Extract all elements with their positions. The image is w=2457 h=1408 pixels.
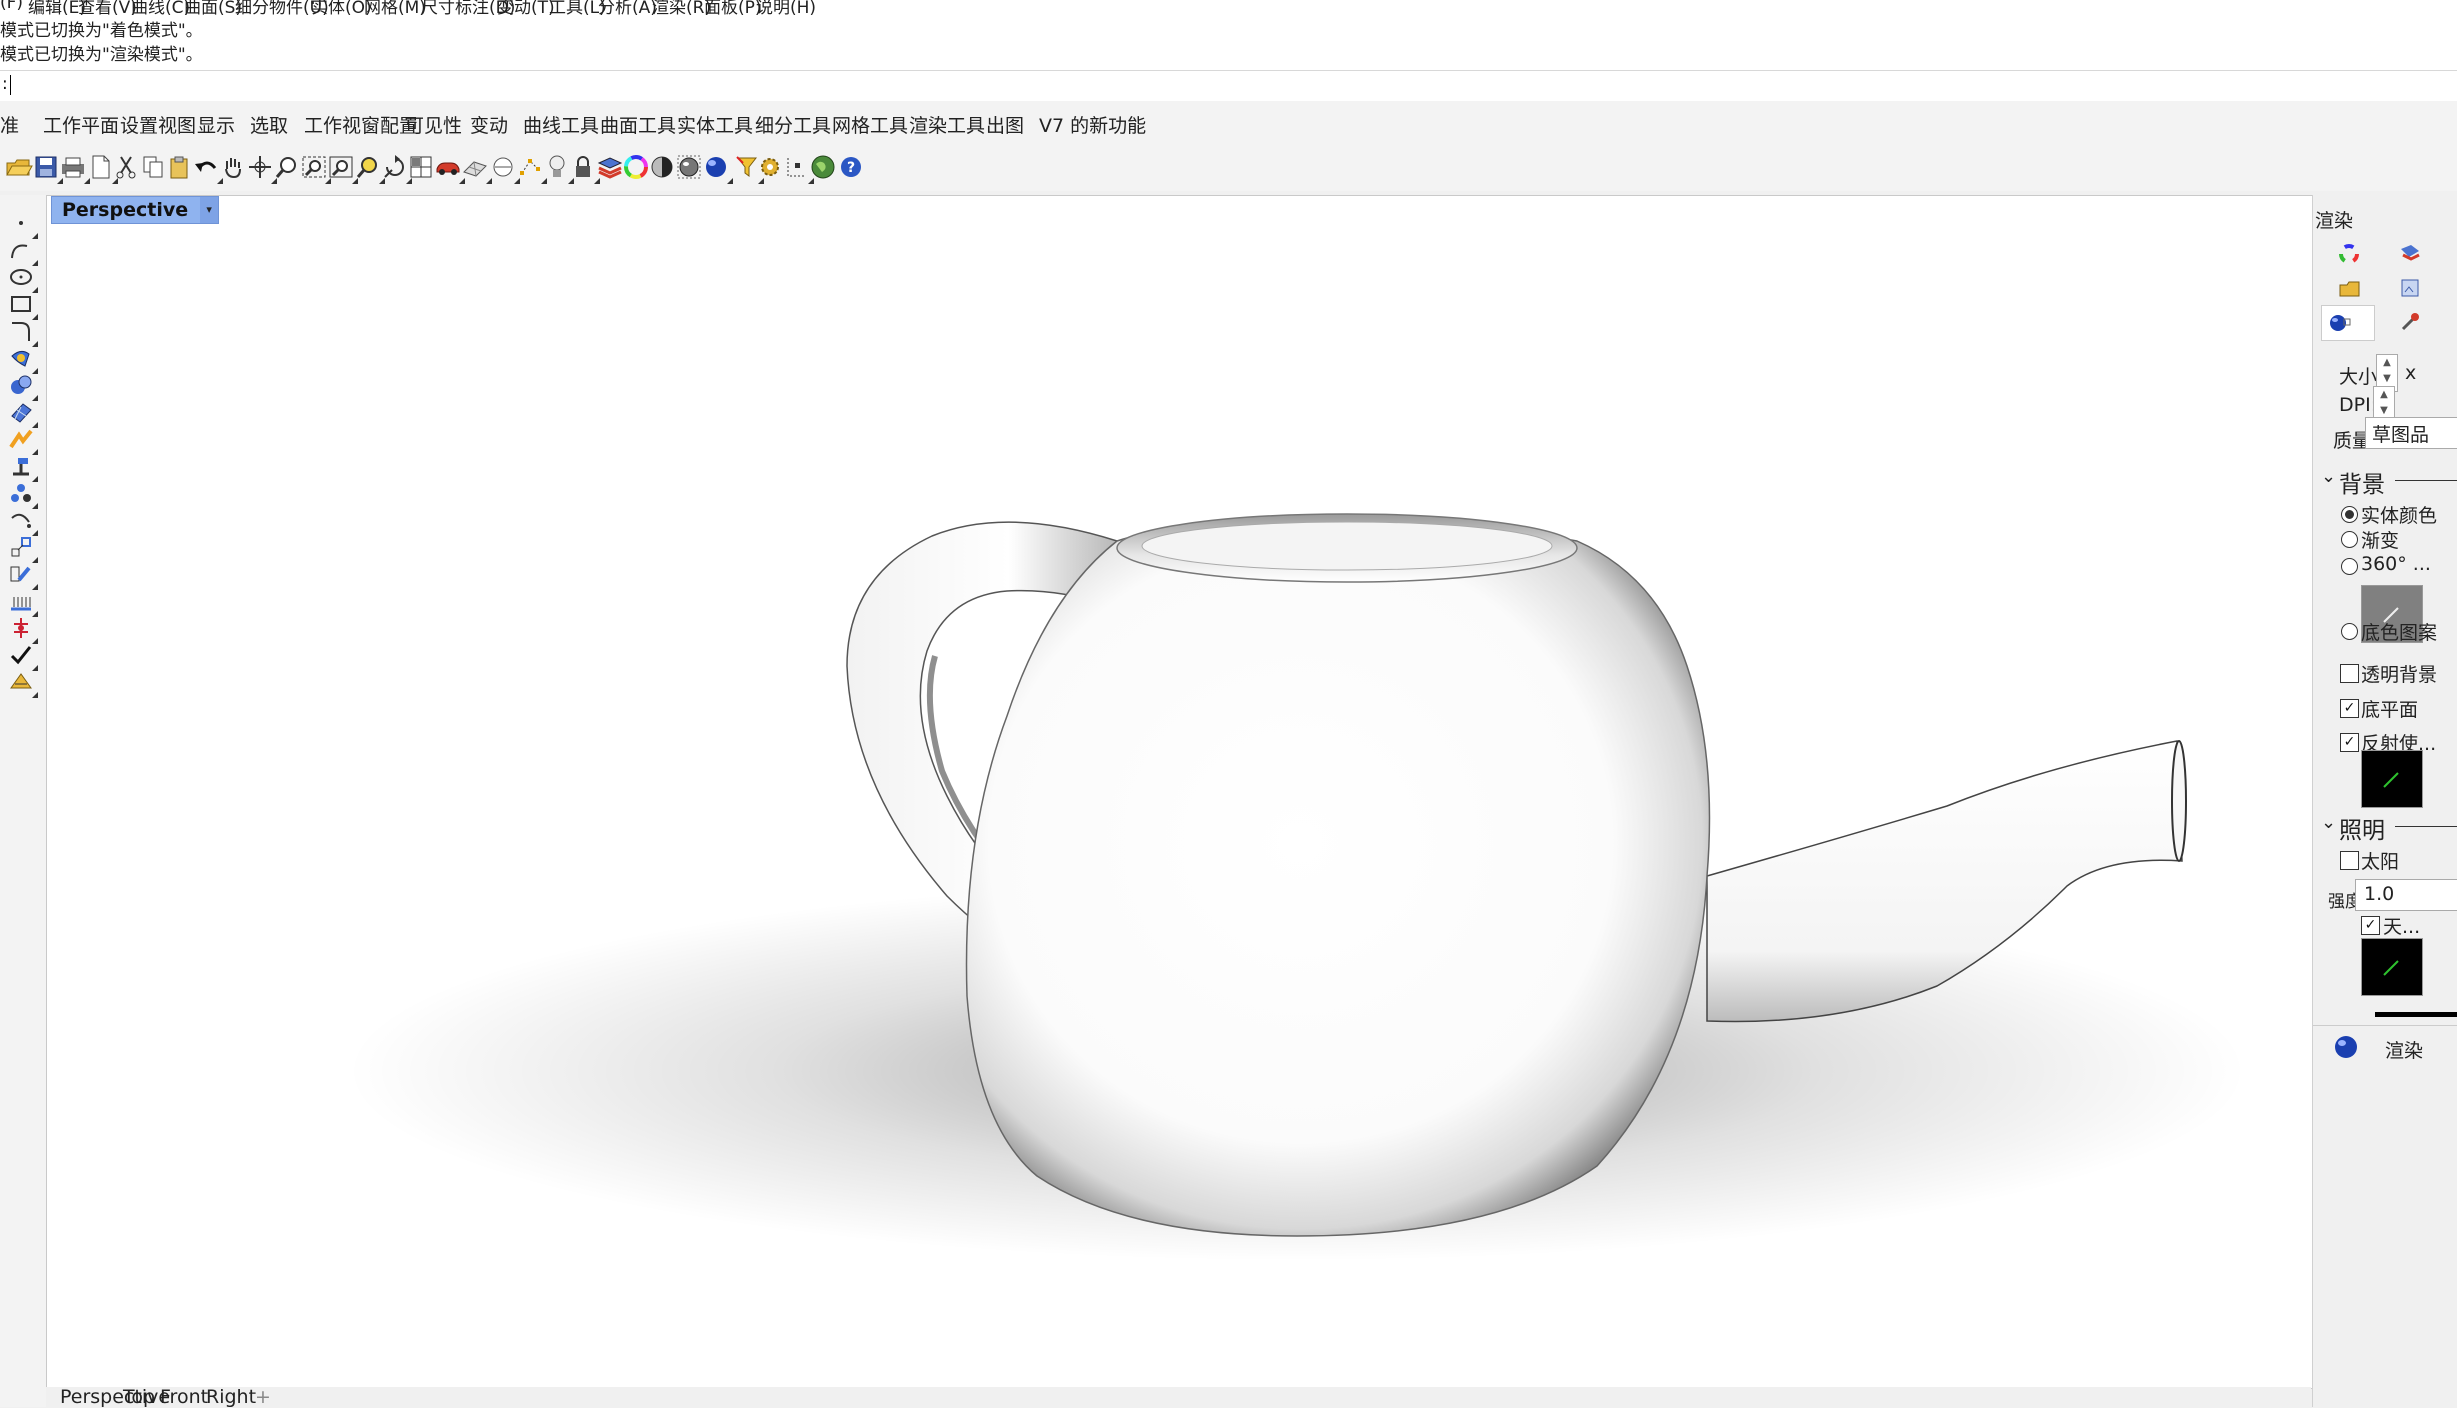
bg-option-label: 渐变 xyxy=(2361,530,2400,552)
background-header: 背景 xyxy=(2339,472,2385,498)
tab-solid-tools[interactable]: 实体工具 xyxy=(677,111,753,138)
image-icon[interactable] xyxy=(2399,277,2421,303)
menu-analyze[interactable]: 分析(A) xyxy=(598,0,657,18)
section-divider xyxy=(2395,826,2457,827)
command-prompt: : xyxy=(2,74,8,94)
svg-text:?: ? xyxy=(847,160,855,176)
dpi-label: DPI: xyxy=(2339,394,2378,416)
render-tab[interactable]: 渲染 xyxy=(2313,1025,2457,1066)
eyedropper-icon[interactable] xyxy=(2399,311,2421,337)
menu-help[interactable]: 说明(H) xyxy=(756,0,816,18)
menu-mesh[interactable]: 网格(M) xyxy=(364,0,426,18)
bg-solid-radio[interactable] xyxy=(2341,506,2358,523)
chevron-down-icon[interactable]: ⌄ xyxy=(2321,812,2336,833)
sky-label: 天... xyxy=(2383,916,2421,938)
size-x-label: x xyxy=(2405,362,2417,384)
reflective-checkbox[interactable]: ✓ xyxy=(2340,733,2359,752)
bg-360-radio[interactable] xyxy=(2341,558,2358,575)
menu-bar: (F) 编辑(E) 查看(V) 曲线(C) 曲面(S) 细分物件(U) 实体(O… xyxy=(0,0,2457,18)
menu-transform[interactable]: 变动(T) xyxy=(497,0,555,18)
menu-panels[interactable]: 面板(P) xyxy=(704,0,762,18)
render-settings-tab[interactable] xyxy=(2321,305,2375,341)
tab-curve-tools[interactable]: 曲线工具 xyxy=(523,111,599,138)
lighting-header: 照明 xyxy=(2339,818,2385,844)
viewport-title[interactable]: Perspective ▾ xyxy=(51,196,220,224)
edit-icon xyxy=(2383,772,2399,788)
tab-visibility[interactable]: 可见性 xyxy=(405,111,462,138)
bg-wallpaper-radio[interactable] xyxy=(2341,623,2358,640)
tab-viewport-layout[interactable]: 工作视窗配置 xyxy=(304,111,418,138)
tab-cplanes[interactable]: 工作平面 xyxy=(43,111,119,138)
text-caret xyxy=(10,75,11,95)
sky-checkbox[interactable]: ✓ xyxy=(2361,916,2380,935)
history-line: 模式已切换为"渲染模式"。 xyxy=(0,45,203,65)
command-history: 模式已切换为"着色模式"。 模式已切换为"渲染模式"。 xyxy=(0,18,2457,70)
command-input[interactable]: : xyxy=(0,70,2457,102)
sky-color-swatch[interactable] xyxy=(2361,938,2423,996)
reflection-color-swatch[interactable] xyxy=(2361,750,2423,808)
tab-drafting[interactable]: 出图 xyxy=(986,111,1024,138)
tab-render-tools[interactable]: 渲染工具 xyxy=(909,111,985,138)
toolbar-tabs: 准 工作平面 设置视图 显示 选取 工作视窗配置 可见性 变动 曲线工具 曲面工… xyxy=(0,101,2457,145)
render-tab-label: 渲染 xyxy=(2385,1040,2424,1062)
history-line: 模式已切换为"着色模式"。 xyxy=(0,21,203,41)
chevron-down-icon[interactable]: ⌄ xyxy=(2321,466,2336,487)
tab-surface-tools[interactable]: 曲面工具 xyxy=(600,111,676,138)
intensity-value: 1.0 xyxy=(2364,883,2395,905)
tab-front[interactable]: Front xyxy=(160,1386,208,1408)
menu-solid[interactable]: 实体(O) xyxy=(311,0,372,18)
ground-plane-checkbox[interactable]: ✓ xyxy=(2340,699,2359,718)
panel-title: 渲染 xyxy=(2315,210,2354,232)
intensity-input[interactable]: 1.0 xyxy=(2355,879,2457,911)
sphere-icon[interactable] xyxy=(699,150,733,184)
section-divider xyxy=(2395,480,2457,481)
render-sphere-icon xyxy=(2330,315,2351,331)
render-sphere-icon xyxy=(2335,1036,2357,1058)
bg-gradient-radio[interactable] xyxy=(2341,531,2358,548)
tab-right[interactable]: Right xyxy=(206,1386,256,1408)
add-viewport-tab[interactable]: + xyxy=(255,1386,271,1408)
transparent-bg-checkbox[interactable] xyxy=(2340,664,2359,683)
menu-render[interactable]: 渲染(R) xyxy=(652,0,711,18)
tab-standard[interactable]: 准 xyxy=(0,111,19,138)
analyze-icon[interactable] xyxy=(2,664,40,700)
color-wheel-icon[interactable] xyxy=(2338,243,2360,269)
bg-option-label: 底色图案 xyxy=(2361,622,2438,644)
color-bar xyxy=(2375,1012,2457,1017)
sun-label: 太阳 xyxy=(2361,851,2400,873)
tab-set-view[interactable]: 设置视图 xyxy=(120,111,196,138)
viewport-tabs: Perspective Top Front Right + xyxy=(46,1386,2311,1408)
transparent-bg-label: 透明背景 xyxy=(2361,664,2438,686)
tab-select[interactable]: 选取 xyxy=(250,111,288,138)
render-panel: 渲染 大小: ▲ ▼ x DPI: ▲ ▼ 质量: 草图品 ⌄ 背景 实体颜色 渐变… xyxy=(2312,195,2457,1407)
folder-icon[interactable] xyxy=(2338,279,2362,303)
tab-subd-tools[interactable]: 细分工具 xyxy=(755,111,831,138)
tab-mesh-tools[interactable]: 网格工具 xyxy=(832,111,908,138)
help-icon[interactable]: ? xyxy=(834,150,868,184)
chevron-down-icon[interactable]: ▾ xyxy=(200,197,219,223)
tab-v7-new[interactable]: V7 的新功能 xyxy=(1039,111,1146,138)
tab-transform[interactable]: 变动 xyxy=(470,111,508,138)
tab-display[interactable]: 显示 xyxy=(197,111,235,138)
quality-value: 草图品 xyxy=(2372,424,2430,446)
ground-plane-label: 底平面 xyxy=(2361,699,2419,721)
viewport-title-label: Perspective xyxy=(62,199,189,221)
tab-top[interactable]: Top xyxy=(123,1386,155,1408)
bg-option-label: 实体颜色 xyxy=(2361,505,2438,527)
quality-dropdown[interactable]: 草图品 xyxy=(2365,417,2457,449)
menu-file[interactable]: (F) xyxy=(0,0,23,13)
teapot-model xyxy=(347,513,2247,1261)
viewport-perspective[interactable]: Perspective ▾ xyxy=(46,195,2313,1389)
bg-option-label: 360° ... xyxy=(2361,553,2431,575)
sun-checkbox[interactable] xyxy=(2340,851,2359,870)
edit-icon xyxy=(2383,960,2399,976)
material-icon[interactable] xyxy=(2399,243,2421,269)
